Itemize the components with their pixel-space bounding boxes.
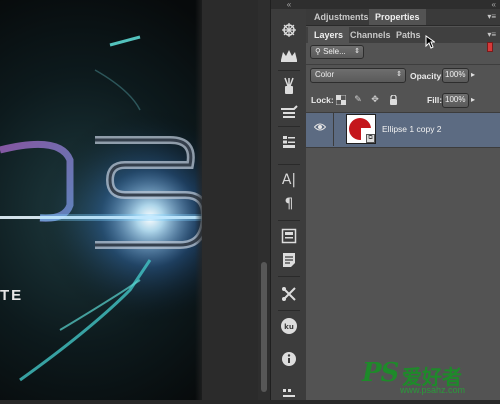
layers-tab-bar: Layers Channels Paths ▾≡ bbox=[306, 27, 500, 43]
site-watermark: PS 爱好者 www.psahz.com bbox=[362, 358, 496, 398]
layers-panel: « Adjustments Properties ▾≡ Layers Chann… bbox=[306, 0, 500, 400]
notes-icon[interactable] bbox=[279, 250, 299, 270]
opacity-dropdown-icon[interactable]: ▸ bbox=[471, 70, 475, 79]
filter-kind-value: Sele... bbox=[323, 47, 346, 56]
dock-collapse-button[interactable]: « bbox=[271, 0, 307, 9]
panel-collapse-button[interactable]: « bbox=[306, 0, 500, 9]
info-icon[interactable] bbox=[279, 349, 299, 369]
character-icon[interactable]: A| bbox=[279, 170, 299, 190]
fill-label: Fill: bbox=[427, 95, 443, 105]
filter-kind-select[interactable]: ⚲ Sele... ⇕ bbox=[310, 45, 364, 59]
crown-icon[interactable] bbox=[279, 45, 299, 65]
lock-all-icon[interactable] bbox=[388, 94, 398, 105]
watermark-url: www.psahz.com bbox=[400, 385, 466, 395]
lock-move-icon[interactable]: ✥ bbox=[370, 95, 380, 105]
mouse-cursor bbox=[425, 35, 435, 49]
fill-input[interactable]: 100% bbox=[442, 93, 469, 108]
layers-menu-icon[interactable]: ▾≡ bbox=[487, 27, 496, 43]
tab-paths[interactable]: Paths bbox=[390, 27, 427, 43]
properties-icon[interactable] bbox=[279, 132, 299, 152]
lock-transparent-icon[interactable] bbox=[335, 94, 347, 106]
paragraph-icon[interactable]: ¶ bbox=[279, 194, 299, 214]
timeline-icon[interactable] bbox=[279, 384, 299, 404]
canvas-art-text: TE bbox=[0, 287, 23, 304]
svg-text:ku: ku bbox=[284, 323, 294, 331]
kuler-icon[interactable]: ku bbox=[279, 316, 299, 336]
panel-menu-icon[interactable]: ▾≡ bbox=[487, 9, 496, 25]
panel-dock: « A| ¶ ku bbox=[270, 0, 308, 400]
brush-settings-icon[interactable] bbox=[279, 101, 299, 121]
watermark-logo: PS bbox=[362, 358, 399, 388]
pasteboard bbox=[202, 0, 258, 400]
tab-properties[interactable]: Properties bbox=[369, 9, 426, 25]
dock-separator bbox=[278, 164, 300, 165]
layer-name[interactable]: Ellipse 1 copy 2 bbox=[382, 124, 442, 134]
lock-label: Lock: bbox=[311, 95, 334, 105]
tab-layers[interactable]: Layers bbox=[308, 27, 350, 43]
dock-separator bbox=[278, 276, 300, 277]
opacity-input[interactable]: 100% bbox=[442, 68, 469, 83]
shape-layer-badge-icon: ⧉ bbox=[366, 134, 375, 143]
tool-presets-icon[interactable] bbox=[279, 284, 299, 304]
history-icon[interactable] bbox=[279, 226, 299, 246]
ship-wheel-icon[interactable] bbox=[279, 20, 299, 40]
top-tab-bar: Adjustments Properties ▾≡ bbox=[306, 9, 500, 26]
panel-divider bbox=[306, 64, 500, 65]
filter-toggle-switch[interactable] bbox=[487, 42, 493, 52]
search-icon: ⚲ bbox=[315, 47, 321, 56]
dock-separator bbox=[278, 310, 300, 311]
brushes-icon[interactable] bbox=[279, 76, 299, 96]
dock-separator bbox=[278, 70, 300, 71]
dock-separator bbox=[278, 220, 300, 221]
tab-channels[interactable]: Channels bbox=[344, 27, 397, 43]
tab-adjustments[interactable]: Adjustments bbox=[308, 9, 375, 25]
visibility-column-divider bbox=[333, 112, 334, 146]
fill-dropdown-icon[interactable]: ▸ bbox=[471, 95, 475, 104]
layer-thumbnail[interactable]: ⧉ bbox=[346, 114, 376, 144]
blend-mode-value: Color bbox=[315, 70, 335, 79]
blend-mode-select[interactable]: Color ⇕ bbox=[310, 68, 406, 83]
scrollbar-thumb[interactable] bbox=[261, 262, 267, 392]
chevron-updown-icon: ⇕ bbox=[354, 48, 360, 55]
chevron-updown-icon: ⇕ bbox=[396, 71, 402, 78]
opacity-label: Opacity: bbox=[410, 71, 445, 81]
eye-icon[interactable] bbox=[313, 122, 327, 134]
dock-separator bbox=[278, 126, 300, 127]
lock-brush-icon[interactable]: ✎ bbox=[353, 95, 363, 105]
